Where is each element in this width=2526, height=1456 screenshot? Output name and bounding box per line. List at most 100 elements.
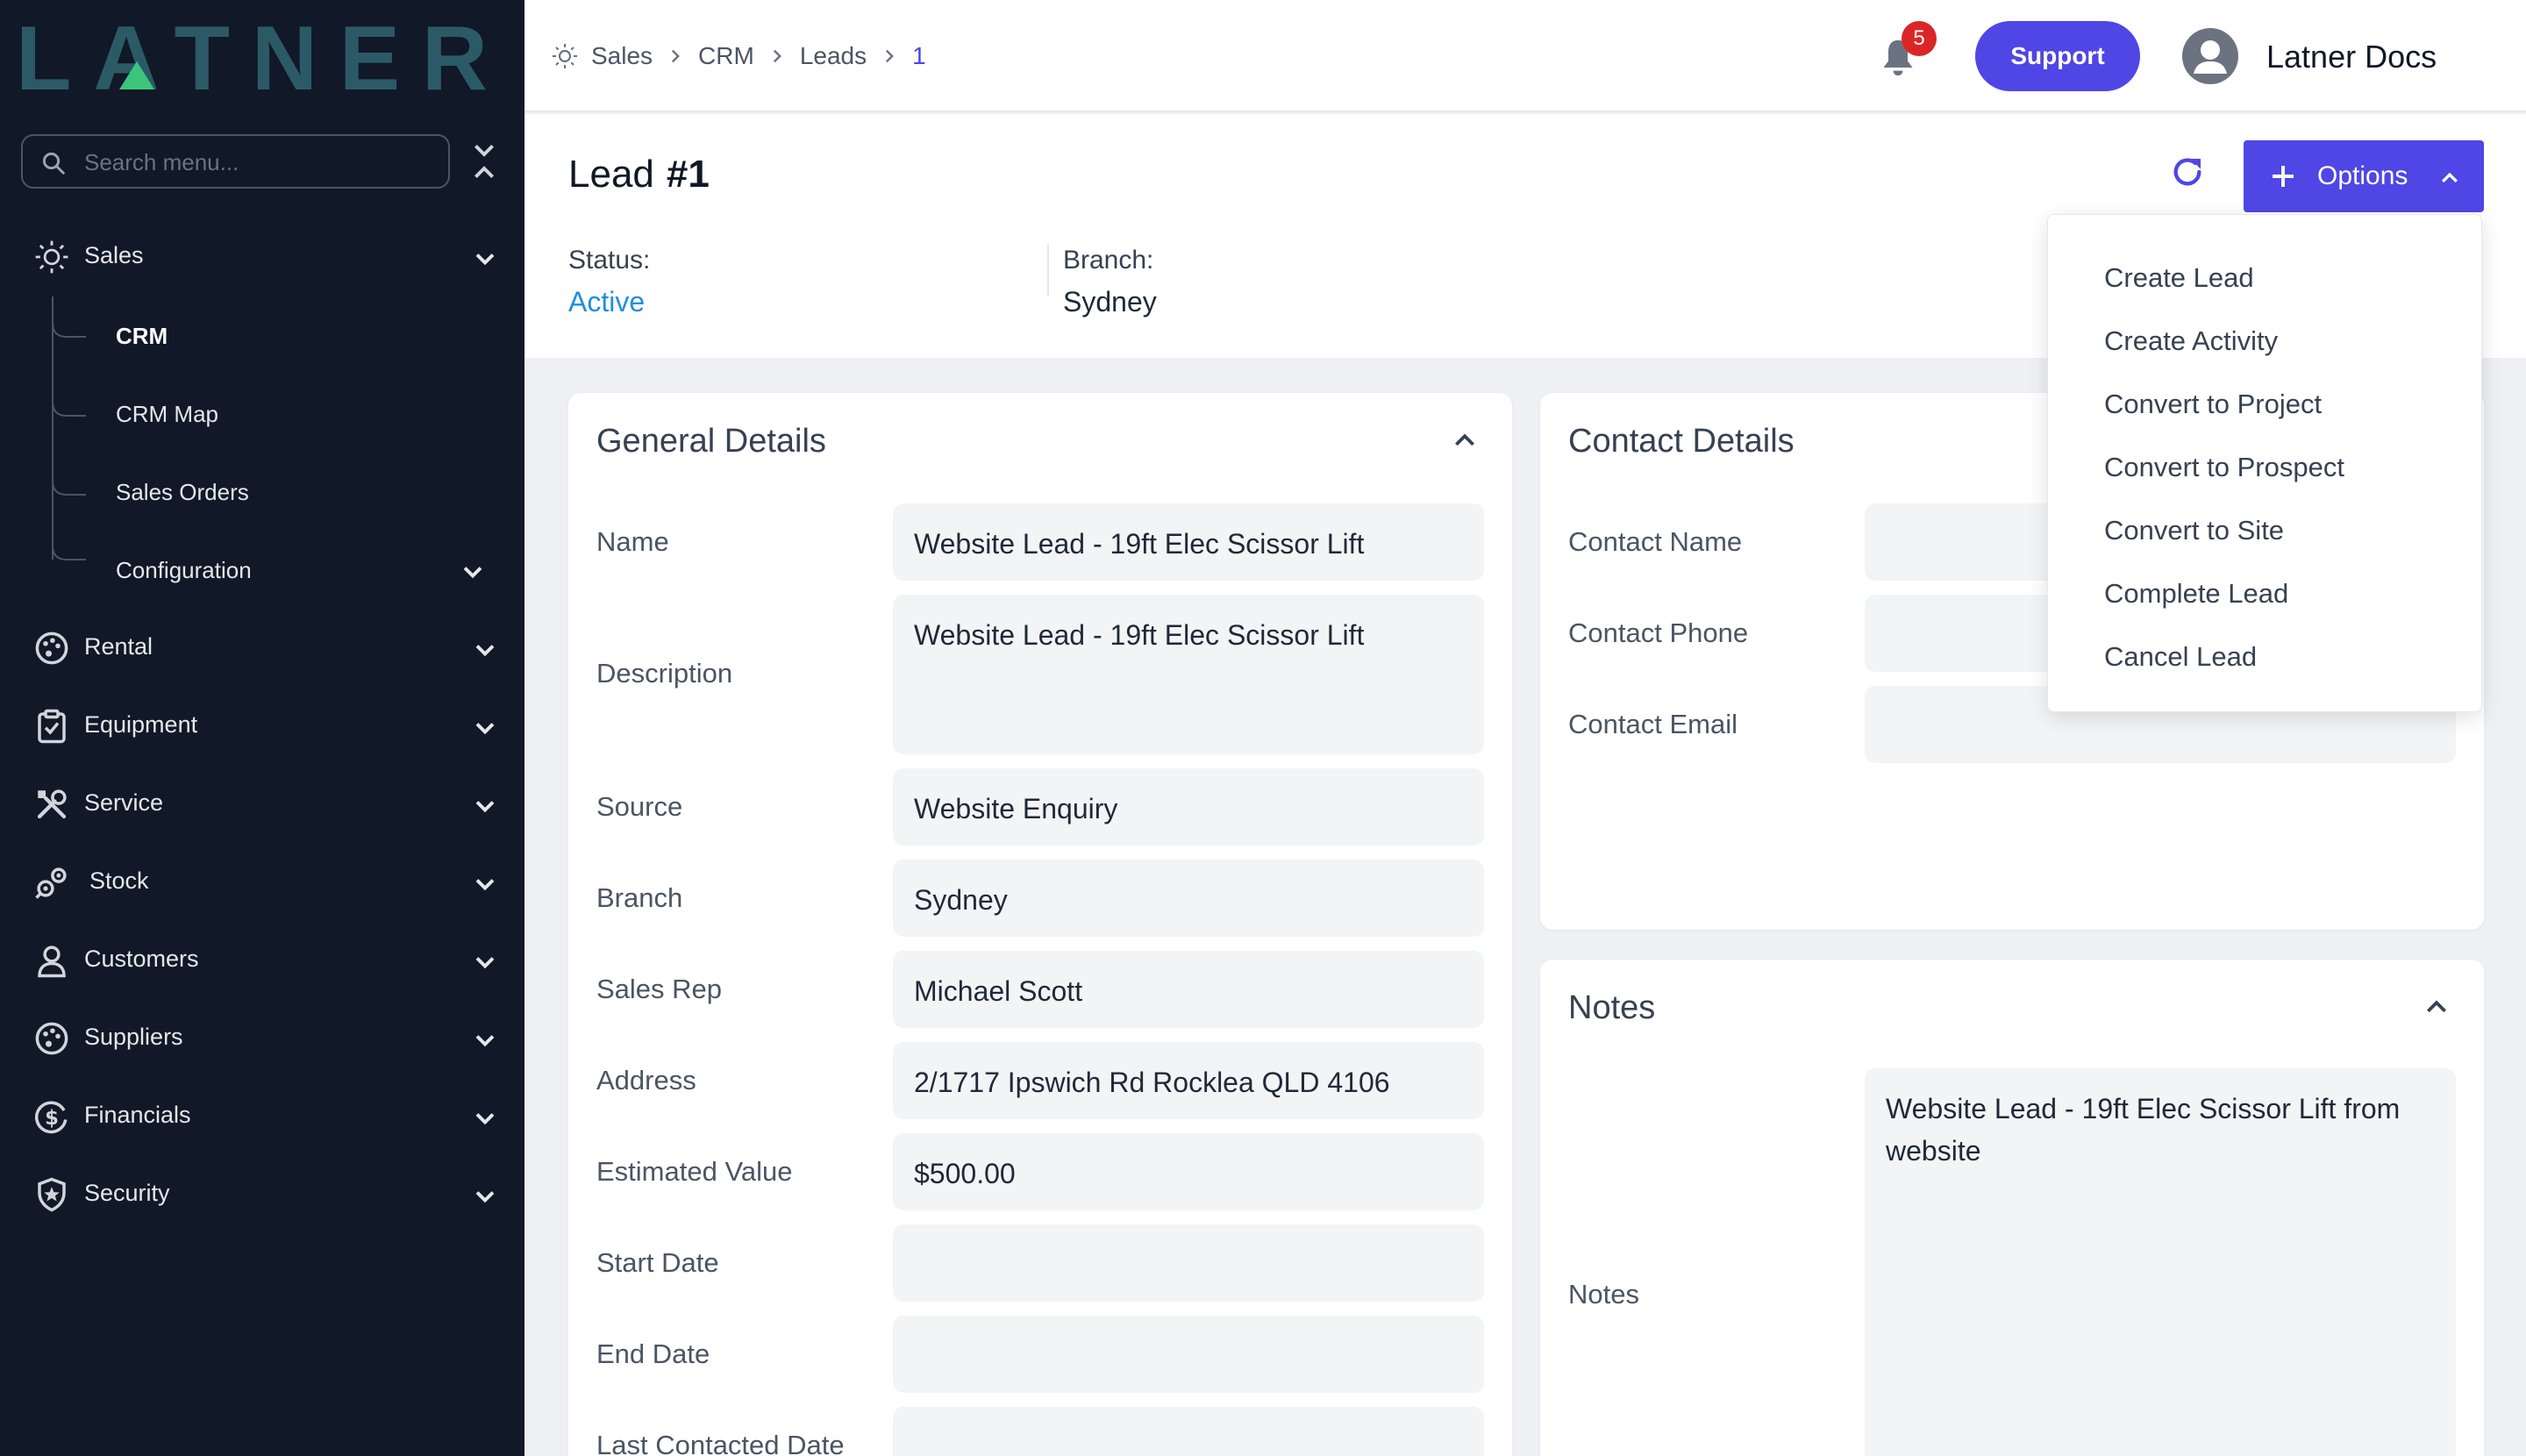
sidebar-item-label: Service bbox=[84, 789, 164, 816]
chevron-up-icon[interactable] bbox=[1451, 426, 1479, 454]
menu-item-cancel-lead[interactable]: Cancel Lead bbox=[2048, 624, 2483, 687]
sales-sun-icon bbox=[553, 44, 577, 68]
chevron-down-icon bbox=[475, 1113, 495, 1125]
last-contacted-date-field[interactable] bbox=[893, 1407, 1484, 1456]
options-label: Options bbox=[2317, 161, 2408, 190]
card-title: General Details bbox=[596, 423, 826, 460]
palette-icon bbox=[35, 1022, 68, 1055]
sidebar-item-service[interactable]: Service bbox=[0, 768, 524, 839]
sidebar-subitem-crm-map[interactable]: CRM Map bbox=[53, 383, 509, 445]
sidebar-item-label: Rental bbox=[84, 633, 153, 660]
breadcrumb-current: 1 bbox=[912, 42, 926, 69]
sidebar-subitem-label: Sales Orders bbox=[116, 479, 249, 505]
collapse-all-icon[interactable] bbox=[470, 140, 498, 182]
menu-item-convert-to-prospect[interactable]: Convert to Prospect bbox=[2048, 434, 2483, 497]
chevron-up-icon[interactable] bbox=[2423, 993, 2451, 1021]
sidebar-item-sales[interactable]: Sales bbox=[0, 221, 524, 291]
menu-search[interactable] bbox=[21, 134, 450, 189]
chevron-down-icon bbox=[475, 801, 495, 813]
sidebar-item-label: Financials bbox=[84, 1102, 191, 1128]
card-title: Notes bbox=[1568, 989, 1656, 1026]
lead-number: #1 bbox=[666, 153, 710, 196]
sidebar-subitem-label: CRM bbox=[116, 323, 168, 349]
sidebar-subitem-crm[interactable]: CRM bbox=[53, 305, 509, 367]
menu-item-label: Create Activity bbox=[2104, 325, 2279, 356]
sidebar-item-label: Suppliers bbox=[84, 1024, 183, 1050]
chevron-right-icon bbox=[773, 49, 781, 63]
latner-logo[interactable]: LATNER bbox=[16, 18, 494, 96]
end-date-field[interactable] bbox=[893, 1316, 1484, 1393]
tools-icon bbox=[37, 789, 67, 819]
breadcrumb-crm[interactable]: CRM bbox=[698, 42, 754, 70]
menu-item-convert-to-project[interactable]: Convert to Project bbox=[2048, 371, 2483, 434]
meta-divider bbox=[1047, 244, 1049, 296]
field-label: Description bbox=[596, 658, 733, 689]
menu-item-label: Convert to Site bbox=[2104, 515, 2285, 546]
chevron-down-icon bbox=[475, 879, 495, 891]
sidebar-item-label: Equipment bbox=[84, 711, 198, 738]
field-label: Estimated Value bbox=[596, 1156, 793, 1187]
search-input[interactable] bbox=[84, 143, 435, 182]
status-value: Active bbox=[568, 286, 646, 318]
chevron-down-icon bbox=[475, 645, 495, 657]
avatar[interactable] bbox=[2182, 28, 2238, 84]
sidebar-subitem-label: Configuration bbox=[116, 557, 252, 583]
general-details-card: General Details Name Website Lead - 19ft… bbox=[568, 393, 1512, 1456]
menu-item-convert-to-site[interactable]: Convert to Site bbox=[2048, 497, 2483, 560]
support-button[interactable]: Support bbox=[1975, 21, 2140, 91]
sidebar-subitem-sales-orders[interactable]: Sales Orders bbox=[53, 461, 509, 523]
chevron-right-icon bbox=[671, 49, 680, 63]
options-button[interactable]: Options bbox=[2244, 140, 2484, 212]
address-field[interactable]: 2/1717 Ipswich Rd Rocklea QLD 4106 bbox=[893, 1042, 1484, 1119]
shield-star-icon bbox=[38, 1177, 66, 1212]
search-icon bbox=[42, 152, 65, 175]
menu-item-create-lead[interactable]: Create Lead bbox=[2048, 245, 2483, 308]
branch-field[interactable]: Sydney bbox=[893, 860, 1484, 937]
start-date-field[interactable] bbox=[893, 1224, 1484, 1302]
sidebar-item-suppliers[interactable]: Suppliers bbox=[0, 1003, 524, 1073]
page-title-prefix: Lead bbox=[568, 153, 654, 196]
sidebar-item-label: Customers bbox=[84, 946, 199, 972]
field-label: Branch bbox=[596, 882, 683, 913]
breadcrumb-sales[interactable]: Sales bbox=[591, 42, 653, 70]
sidebar-item-stock[interactable]: Stock bbox=[0, 846, 524, 917]
menu-item-create-activity[interactable]: Create Activity bbox=[2048, 308, 2483, 371]
sidebar-item-label: Stock bbox=[89, 867, 149, 894]
branch-value: Sydney bbox=[1063, 286, 1157, 318]
refresh-icon[interactable] bbox=[2170, 154, 2205, 189]
card-title: Contact Details bbox=[1568, 423, 1795, 460]
logo-text: LATNER bbox=[16, 18, 489, 96]
menu-item-label: Convert to Prospect bbox=[2104, 452, 2344, 482]
sidebar-item-customers[interactable]: Customers bbox=[0, 924, 524, 995]
field-label: Contact Phone bbox=[1568, 617, 1749, 648]
sales-rep-field[interactable]: Michael Scott bbox=[893, 951, 1484, 1028]
source-field[interactable]: Website Enquiry bbox=[893, 768, 1484, 846]
field-label: Notes bbox=[1568, 1279, 1639, 1310]
sidebar-subitem-configuration[interactable]: Configuration bbox=[53, 539, 509, 601]
sidebar-item-rental[interactable]: Rental bbox=[0, 612, 524, 682]
chevron-down-icon bbox=[475, 253, 495, 266]
chevron-right-icon bbox=[886, 49, 895, 63]
dollar-circle-icon: $ bbox=[34, 1101, 68, 1134]
field-label: Start Date bbox=[596, 1247, 719, 1278]
field-label: Source bbox=[596, 791, 683, 822]
menu-item-label: Convert to Project bbox=[2104, 389, 2323, 419]
sidebar-subitem-label: CRM Map bbox=[116, 401, 219, 427]
sidebar-item-label: Sales bbox=[84, 242, 144, 268]
chevron-up-icon bbox=[2442, 172, 2458, 183]
user-name[interactable]: Latner Docs bbox=[2266, 39, 2437, 75]
sidebar-item-equipment[interactable]: Equipment bbox=[0, 690, 524, 760]
sidebar-item-financials[interactable]: $ Financials bbox=[0, 1081, 524, 1151]
name-field[interactable]: Website Lead - 19ft Elec Scissor Lift bbox=[893, 503, 1484, 581]
sidebar-item-security[interactable]: Security bbox=[0, 1159, 524, 1229]
field-label: Contact Name bbox=[1568, 526, 1743, 557]
description-field[interactable]: Website Lead - 19ft Elec Scissor Lift bbox=[893, 595, 1484, 754]
breadcrumb-leads[interactable]: Leads bbox=[800, 42, 867, 70]
field-label: Contact Email bbox=[1568, 709, 1738, 739]
menu-item-label: Cancel Lead bbox=[2104, 641, 2258, 672]
estimated-value-field[interactable]: $500.00 bbox=[893, 1133, 1484, 1210]
menu-item-complete-lead[interactable]: Complete Lead bbox=[2048, 560, 2483, 624]
notification-badge: 5 bbox=[1902, 21, 1937, 56]
notes-field[interactable]: Website Lead - 19ft Elec Scissor Lift fr… bbox=[1865, 1068, 2456, 1456]
page-title: Lead #1 bbox=[568, 153, 710, 196]
